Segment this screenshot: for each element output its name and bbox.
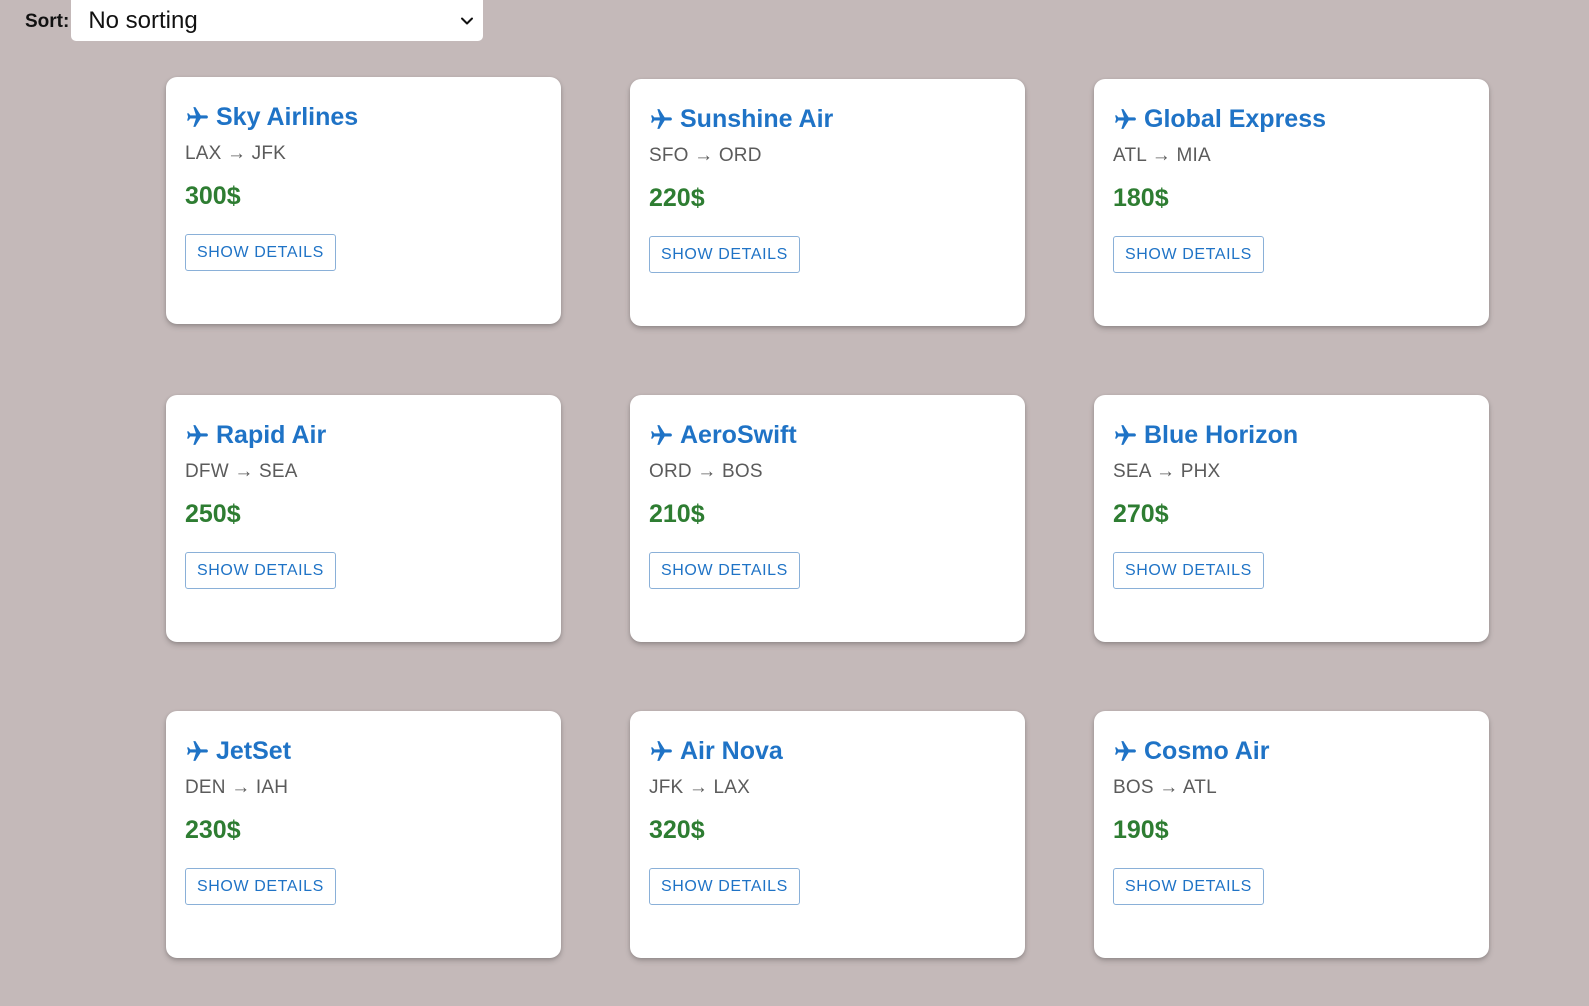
- airline-name: Sunshine Air: [680, 104, 834, 133]
- airline-name: AeroSwift: [680, 420, 797, 449]
- airplane-icon: [187, 740, 208, 761]
- airplane-icon: [187, 106, 208, 127]
- flight-title: Rapid Air: [185, 419, 542, 451]
- flight-card: Sky Airlines LAX → JFK 300$ SHOW DETAILS: [166, 77, 561, 324]
- flight-title: Cosmo Air: [1113, 735, 1470, 767]
- flight-price: 270$: [1113, 500, 1169, 528]
- sort-bar: Sort: No sorting: [25, 0, 484, 41]
- flight-card: Air Nova JFK → LAX 320$ SHOW DETAILS: [630, 711, 1025, 958]
- flight-title: Sky Airlines: [185, 101, 542, 133]
- flight-card: Rapid Air DFW → SEA 250$ SHOW DETAILS: [166, 395, 561, 642]
- sort-label: Sort:: [25, 10, 70, 32]
- flight-price: 320$: [649, 816, 705, 844]
- flight-card: Sunshine Air SFO → ORD 220$ SHOW DETAILS: [630, 79, 1025, 326]
- flight-price: 190$: [1113, 816, 1169, 844]
- airline-name: Rapid Air: [216, 420, 327, 449]
- show-details-button[interactable]: SHOW DETAILS: [1113, 552, 1264, 589]
- sort-select[interactable]: No sorting: [71, 0, 484, 41]
- show-details-button[interactable]: SHOW DETAILS: [1113, 236, 1264, 273]
- flight-route: ORD → BOS: [649, 461, 763, 482]
- airplane-icon: [1115, 108, 1136, 129]
- show-details-button[interactable]: SHOW DETAILS: [185, 552, 336, 589]
- flight-title: Blue Horizon: [1113, 419, 1470, 451]
- flight-route: BOS → ATL: [1113, 777, 1217, 798]
- flight-card: Cosmo Air BOS → ATL 190$ SHOW DETAILS: [1094, 711, 1489, 958]
- airplane-icon: [1115, 740, 1136, 761]
- flight-price: 300$: [185, 182, 241, 210]
- airplane-icon: [1115, 424, 1136, 445]
- flight-title: Global Express: [1113, 103, 1470, 135]
- show-details-button[interactable]: SHOW DETAILS: [649, 868, 800, 905]
- chevron-down-icon: [461, 17, 474, 24]
- flight-card: Global Express ATL → MIA 180$ SHOW DETAI…: [1094, 79, 1489, 326]
- show-details-button[interactable]: SHOW DETAILS: [1113, 868, 1264, 905]
- flight-price: 250$: [185, 500, 241, 528]
- show-details-button[interactable]: SHOW DETAILS: [185, 234, 336, 271]
- airplane-icon: [651, 108, 672, 129]
- show-details-button[interactable]: SHOW DETAILS: [649, 552, 800, 589]
- flight-price: 220$: [649, 184, 705, 212]
- airplane-icon: [651, 740, 672, 761]
- flight-route: LAX → JFK: [185, 143, 287, 164]
- flight-card: JetSet DEN → IAH 230$ SHOW DETAILS: [166, 711, 561, 958]
- flight-route: SEA → PHX: [1113, 461, 1221, 482]
- flight-card: Blue Horizon SEA → PHX 270$ SHOW DETAILS: [1094, 395, 1489, 642]
- airline-name: Blue Horizon: [1144, 420, 1299, 449]
- flight-card: AeroSwift ORD → BOS 210$ SHOW DETAILS: [630, 395, 1025, 642]
- show-details-button[interactable]: SHOW DETAILS: [649, 236, 800, 273]
- sort-selected-value: No sorting: [88, 6, 198, 34]
- flight-route: SFO → ORD: [649, 145, 762, 166]
- flight-title: Air Nova: [649, 735, 1006, 767]
- airline-name: Sky Airlines: [216, 102, 359, 131]
- flight-title: Sunshine Air: [649, 103, 1006, 135]
- airplane-icon: [651, 424, 672, 445]
- flight-route: DEN → IAH: [185, 777, 289, 798]
- flight-title: AeroSwift: [649, 419, 1006, 451]
- airplane-icon: [187, 424, 208, 445]
- flight-title: JetSet: [185, 735, 542, 767]
- flight-route: ATL → MIA: [1113, 145, 1211, 166]
- flight-price: 210$: [649, 500, 705, 528]
- flight-price: 180$: [1113, 184, 1169, 212]
- airline-name: Cosmo Air: [1144, 736, 1270, 765]
- flight-price: 230$: [185, 816, 241, 844]
- flight-route: JFK → LAX: [649, 777, 751, 798]
- show-details-button[interactable]: SHOW DETAILS: [185, 868, 336, 905]
- flight-route: DFW → SEA: [185, 461, 298, 482]
- airline-name: Air Nova: [680, 736, 783, 765]
- airline-name: JetSet: [216, 736, 292, 765]
- airline-name: Global Express: [1144, 104, 1327, 133]
